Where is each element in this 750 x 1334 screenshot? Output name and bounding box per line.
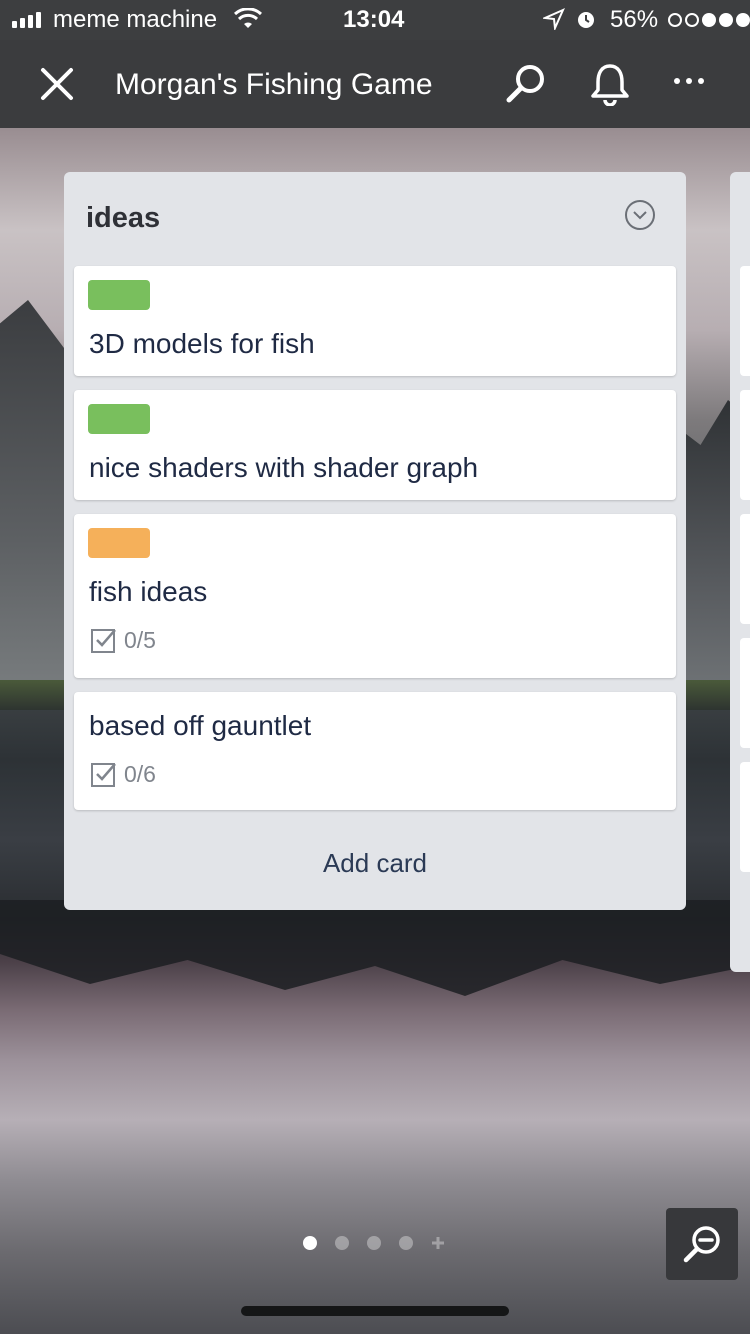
search-icon[interactable] <box>504 62 548 106</box>
zoom-out-icon <box>683 1226 720 1263</box>
card-label-green <box>88 404 150 434</box>
card-title: 3D models for fish <box>89 328 315 359</box>
bell-icon[interactable] <box>588 62 632 106</box>
card-title: nice shaders with shader graph <box>89 452 479 483</box>
wifi-icon <box>234 8 262 28</box>
card[interactable]: 3D models for fish <box>74 266 676 376</box>
peek-card <box>740 638 750 748</box>
signal-icon <box>12 12 41 28</box>
zoom-out-button[interactable] <box>666 1208 738 1280</box>
card-label-green <box>88 280 150 310</box>
checklist-icon <box>91 629 116 653</box>
location-icon <box>543 8 565 30</box>
board-header: Morgan's Fishing Game <box>0 40 750 128</box>
page-dot-active[interactable] <box>303 1236 317 1250</box>
battery-percent: 56% <box>610 6 659 33</box>
next-list-peek[interactable] <box>730 172 750 972</box>
home-indicator <box>241 1306 509 1316</box>
checklist-count: 0/6 <box>124 760 156 787</box>
peek-card <box>740 514 750 624</box>
card-title: based off gauntlet <box>89 710 312 741</box>
checklist-count: 0/5 <box>124 626 156 653</box>
close-icon[interactable] <box>38 65 76 103</box>
card[interactable]: nice shaders with shader graph <box>74 390 676 500</box>
list-title: ideas <box>86 202 161 234</box>
checklist-badge: 0/6 <box>90 760 156 788</box>
card[interactable]: based off gauntlet 0/6 <box>74 692 676 810</box>
card-label-orange <box>88 528 150 558</box>
clock: 13:04 <box>343 6 405 33</box>
alarm-icon <box>578 12 594 28</box>
signal-dots-icon <box>668 13 750 27</box>
peek-card <box>740 762 750 872</box>
page-dot[interactable] <box>335 1236 349 1250</box>
card[interactable]: fish ideas 0/5 <box>74 514 676 678</box>
water-reflection <box>0 900 750 996</box>
add-card-button[interactable]: Add card <box>64 848 686 879</box>
board-title: Morgan's Fishing Game <box>115 68 433 101</box>
status-bar: meme machine 13:04 56% <box>0 0 750 40</box>
list-menu-button[interactable] <box>625 200 655 230</box>
peek-card <box>740 390 750 500</box>
list-ideas: ideas 3D models for fish nice shaders wi… <box>64 172 686 910</box>
page-dot[interactable] <box>367 1236 381 1250</box>
page-indicator <box>303 1236 445 1250</box>
checklist-icon <box>91 763 116 787</box>
add-list-icon[interactable] <box>431 1236 445 1250</box>
carrier-name: meme machine <box>53 6 218 33</box>
more-icon[interactable] <box>674 78 704 84</box>
peek-card <box>740 266 750 376</box>
chevron-down-icon <box>633 211 647 220</box>
page-dot[interactable] <box>399 1236 413 1250</box>
card-title: fish ideas <box>89 576 208 607</box>
checklist-badge: 0/5 <box>90 626 156 654</box>
